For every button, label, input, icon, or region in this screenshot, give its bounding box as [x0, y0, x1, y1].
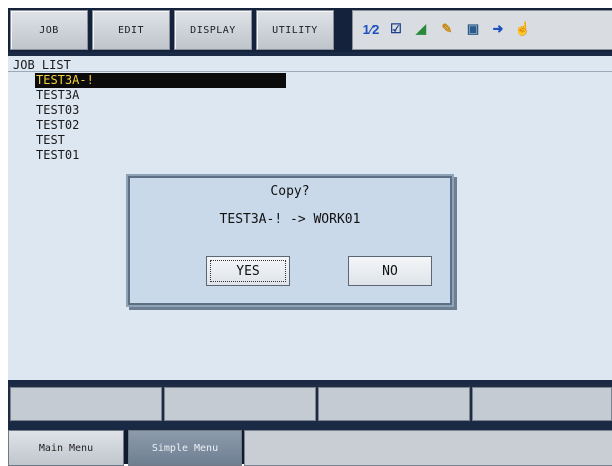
yes-button[interactable]: YES [206, 256, 290, 286]
no-button[interactable]: NO [348, 256, 432, 286]
bottom-menu-bar: Main Menu Simple Menu [8, 430, 612, 466]
function-key-4[interactable] [472, 387, 612, 421]
function-key-bar [8, 384, 612, 422]
menu-utility-button[interactable]: UTILITY [256, 10, 334, 50]
function-key-3[interactable] [318, 387, 470, 421]
function-key-1[interactable] [10, 387, 162, 421]
copy-confirm-dialog: Copy? TEST3A-! -> WORK01 YES NO [128, 176, 452, 305]
top-menu-bar: JOB EDIT DISPLAY UTILITY 1⁄2 ☑ ◢ ✎ ▣ ➜ ☝ [8, 8, 612, 52]
job-list: TEST3A-! TEST3A TEST03 TEST02 TEST TEST0… [35, 73, 286, 163]
teach-mode-icon: ✎ [441, 21, 453, 36]
servo-icon: ▣ [466, 21, 480, 36]
play-mode-icon: ◢ [416, 21, 426, 36]
job-list-item[interactable]: TEST3A [35, 88, 286, 103]
edit-mode-icon: ☑ [390, 21, 402, 36]
job-list-item[interactable]: TEST01 [35, 148, 286, 163]
main-menu-button[interactable]: Main Menu [8, 430, 124, 466]
job-list-item[interactable]: TEST03 [35, 103, 286, 118]
menu-edit-button[interactable]: EDIT [92, 10, 170, 50]
step-icon: ➜ [492, 21, 504, 36]
hand-icon: ☝ [514, 21, 532, 36]
job-list-item[interactable]: TEST [35, 133, 286, 148]
simple-menu-button[interactable]: Simple Menu [128, 430, 242, 466]
main-screen: JOB LIST TEST3A-! TEST3A TEST03 TEST02 T… [8, 56, 612, 380]
menu-job-button[interactable]: JOB [10, 10, 88, 50]
job-list-item-selected[interactable]: TEST3A-! [35, 73, 286, 88]
group-axes-icon: 1⁄2 [362, 21, 380, 37]
dialog-message: TEST3A-! -> WORK01 [219, 212, 361, 227]
menu-display-button[interactable]: DISPLAY [174, 10, 252, 50]
dialog-title: Copy? [270, 184, 310, 199]
job-list-title: JOB LIST [13, 58, 71, 72]
bottom-menu-empty-area [244, 430, 612, 466]
status-icon-area: 1⁄2 ☑ ◢ ✎ ▣ ➜ ☝ [352, 10, 612, 50]
title-divider [8, 71, 612, 72]
function-key-2[interactable] [164, 387, 316, 421]
job-list-item[interactable]: TEST02 [35, 118, 286, 133]
